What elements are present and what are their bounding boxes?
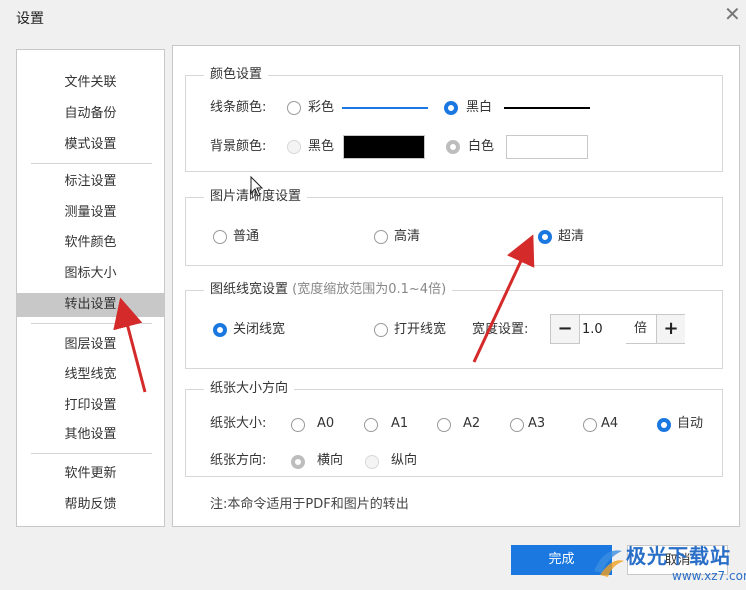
line-width-hint: (宽度缩放范围为0.1~4倍) [292, 282, 447, 297]
sidebar-divider [31, 323, 152, 324]
clarity-option-uhd[interactable]: 超清 [558, 229, 584, 245]
bg-color-option-black[interactable]: 黑色 [308, 139, 334, 155]
line-color-radio-color[interactable] [287, 101, 301, 115]
sidebar-item-file-association[interactable]: 文件关联 [17, 71, 164, 95]
paper-size-option-a3[interactable]: A3 [528, 416, 545, 432]
paper-size-radio-a0[interactable] [291, 418, 305, 432]
width-decrease-button[interactable]: − [551, 315, 580, 343]
paper-size-radio-a4[interactable] [583, 418, 597, 432]
bg-color-radio-black[interactable] [287, 140, 301, 154]
line-width-title-text: 图纸线宽设置 [210, 282, 289, 297]
line-color-option-color[interactable]: 彩色 [308, 100, 334, 116]
paper-size-radio-a3[interactable] [510, 418, 524, 432]
color-settings-group: 颜色设置 线条颜色: 彩色 黑白 背景颜色: 黑色 白色 [185, 67, 723, 172]
black-swatch [343, 135, 425, 159]
sidebar-item-icon-size[interactable]: 图标大小 [17, 262, 164, 286]
sidebar-item-layer-settings[interactable]: 图层设置 [17, 333, 164, 357]
clarity-option-hd[interactable]: 高清 [394, 229, 420, 245]
sidebar-item-auto-backup[interactable]: 自动备份 [17, 102, 164, 126]
paper-size-option-a4[interactable]: A4 [601, 416, 618, 432]
paper-size-label: 纸张大小: [210, 416, 267, 431]
paper-orientation-option-portrait[interactable]: 纵向 [391, 453, 417, 469]
paper-size-option-a0[interactable]: A0 [317, 416, 334, 432]
clarity-option-normal[interactable]: 普通 [233, 229, 259, 245]
bw-line-preview [504, 107, 590, 109]
clarity-radio-uhd[interactable] [538, 230, 552, 244]
sidebar-item-software-color[interactable]: 软件颜色 [17, 231, 164, 255]
paper-size-radio-auto[interactable] [657, 418, 671, 432]
clarity-radio-hd[interactable] [374, 230, 388, 244]
width-unit: 倍 [634, 321, 648, 336]
window-title: 设置 [16, 11, 44, 27]
paper-orientation-radio-landscape[interactable] [291, 455, 305, 469]
line-width-option-off[interactable]: 关闭线宽 [233, 322, 285, 338]
paper-size-radio-a2[interactable] [437, 418, 451, 432]
paper-size-option-auto[interactable]: 自动 [677, 416, 703, 432]
sidebar-item-export-settings[interactable]: 转出设置 [17, 293, 164, 317]
paper-orientation-option-landscape[interactable]: 横向 [317, 453, 343, 469]
line-width-settings-title: 图纸线宽设置 (宽度缩放范围为0.1~4倍) [204, 282, 453, 298]
paper-size-option-a2[interactable]: A2 [463, 416, 480, 432]
sidebar-item-annotation-settings[interactable]: 标注设置 [17, 170, 164, 194]
sidebar-divider [31, 453, 152, 454]
bg-color-label: 背景颜色: [210, 139, 267, 154]
paper-orientation-label: 纸张方向: [210, 453, 267, 468]
color-settings-title: 颜色设置 [204, 67, 269, 83]
width-setting-label: 宽度设置: [472, 322, 529, 337]
paper-settings-title: 纸张大小方向 [204, 381, 295, 397]
color-line-preview [342, 107, 428, 109]
watermark-title: 极光下载站 [626, 544, 731, 568]
clarity-settings-title: 图片清晰度设置 [204, 189, 308, 205]
bg-color-radio-white[interactable] [446, 140, 460, 154]
line-width-option-on[interactable]: 打开线宽 [394, 322, 446, 338]
title-bar: 设置 ✕ [0, 0, 746, 34]
clarity-radio-normal[interactable] [213, 230, 227, 244]
bg-color-option-white[interactable]: 白色 [468, 139, 494, 155]
sidebar-item-mode-settings[interactable]: 模式设置 [17, 133, 164, 157]
line-width-radio-on[interactable] [374, 323, 388, 337]
clarity-settings-group: 图片清晰度设置 普通 高清 超清 [185, 189, 723, 266]
paper-orientation-radio-portrait[interactable] [365, 455, 379, 469]
line-color-option-bw[interactable]: 黑白 [466, 100, 492, 116]
export-note: 注:本命令适用于PDF和图片的转出 [210, 497, 409, 512]
sidebar-item-linetype-width[interactable]: 线型线宽 [17, 363, 164, 387]
paper-settings-group: 纸张大小方向 纸张大小: A0 A1 A2 A3 A4 自动 纸张方向: 横向 … [185, 381, 723, 477]
line-color-label: 线条颜色: [210, 100, 267, 115]
line-width-radio-off[interactable] [213, 323, 227, 337]
sidebar-item-measure-settings[interactable]: 测量设置 [17, 201, 164, 225]
settings-sidebar: 文件关联 自动备份 模式设置 标注设置 测量设置 软件颜色 图标大小 转出设置 … [16, 49, 165, 527]
line-width-settings-group: 图纸线宽设置 (宽度缩放范围为0.1~4倍) 关闭线宽 打开线宽 宽度设置: −… [185, 282, 723, 369]
width-increase-button[interactable]: + [656, 315, 685, 343]
sidebar-item-software-update[interactable]: 软件更新 [17, 462, 164, 486]
paper-size-radio-a1[interactable] [364, 418, 378, 432]
width-value-input[interactable] [580, 315, 626, 345]
export-settings-panel: 颜色设置 线条颜色: 彩色 黑白 背景颜色: 黑色 白色 图片清晰度设置 普通 … [172, 45, 740, 527]
sidebar-item-help-feedback[interactable]: 帮助反馈 [17, 493, 164, 517]
sidebar-item-other-settings[interactable]: 其他设置 [17, 423, 164, 447]
watermark-url: www.xz7.com [672, 569, 746, 583]
line-color-radio-bw[interactable] [444, 101, 458, 115]
white-swatch [506, 135, 588, 159]
aurora-logo-icon [594, 550, 624, 577]
sidebar-divider [31, 163, 152, 164]
sidebar-item-print-settings[interactable]: 打印设置 [17, 394, 164, 418]
paper-size-option-a1[interactable]: A1 [391, 416, 408, 432]
close-icon[interactable]: ✕ [724, 4, 741, 24]
width-stepper: − 倍 + [550, 314, 685, 345]
